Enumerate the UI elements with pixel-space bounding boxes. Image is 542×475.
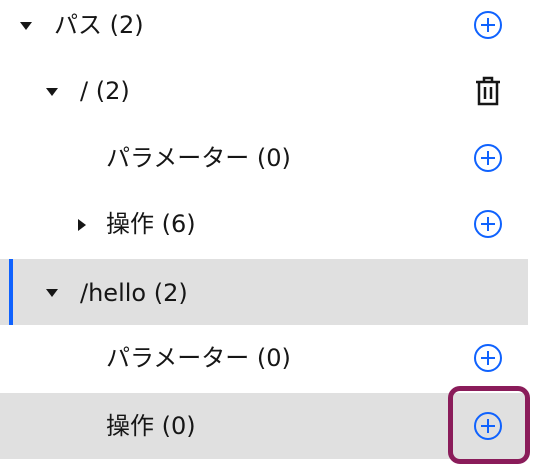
tree-node-label: パス (2)	[54, 11, 144, 39]
trash-icon	[476, 76, 500, 106]
tree-node-label: パラメーター (0)	[106, 144, 291, 172]
tree-node-path-root[interactable]: / (2)	[0, 58, 528, 124]
tree-node-paths[interactable]: パス (2)	[0, 0, 528, 58]
tree-node-label: 操作 (6)	[106, 210, 196, 238]
api-paths-tree: パス (2) / (2) パラメーター (0) 操作 (6) /hello (2…	[0, 0, 542, 475]
add-circle-icon	[474, 11, 502, 39]
add-circle-icon	[474, 344, 502, 372]
tree-node-label: / (2)	[80, 77, 130, 105]
tree-node-root-operations[interactable]: 操作 (6)	[0, 191, 528, 257]
add-operation-button[interactable]	[468, 406, 508, 446]
tree-node-hello-parameters[interactable]: パラメーター (0)	[0, 325, 528, 391]
caret-right-icon[interactable]	[78, 219, 86, 231]
delete-path-button[interactable]	[468, 71, 508, 111]
add-operation-button[interactable]	[468, 204, 508, 244]
add-parameter-button[interactable]	[468, 338, 508, 378]
caret-down-icon[interactable]	[46, 289, 58, 297]
add-circle-icon	[474, 144, 502, 172]
add-circle-icon	[474, 412, 502, 440]
tree-node-path-hello[interactable]: /hello (2)	[0, 259, 528, 325]
caret-down-icon[interactable]	[20, 22, 32, 30]
tree-node-label: 操作 (0)	[106, 412, 196, 440]
tree-node-label: /hello (2)	[80, 279, 188, 307]
add-parameter-button[interactable]	[468, 138, 508, 178]
tree-node-hello-operations[interactable]: 操作 (0)	[0, 393, 528, 459]
tree-node-root-parameters[interactable]: パラメーター (0)	[0, 125, 528, 191]
caret-down-icon[interactable]	[46, 88, 58, 96]
add-path-button[interactable]	[468, 5, 508, 45]
tree-node-label: パラメーター (0)	[106, 344, 291, 372]
add-circle-icon	[474, 210, 502, 238]
